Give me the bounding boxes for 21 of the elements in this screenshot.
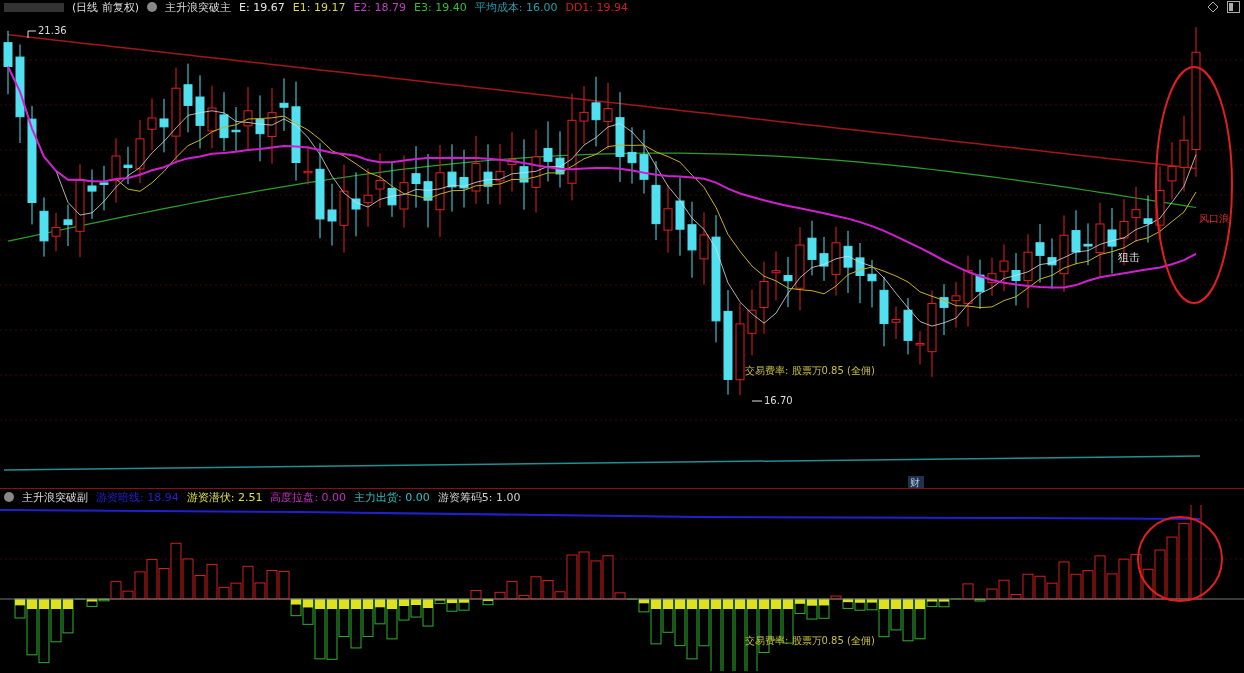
indicator-value: DD1: 19.94 [565, 0, 629, 14]
indicator-value: 游资暗线: 18.94 [96, 489, 179, 505]
high-price-label: 21.36 [38, 25, 67, 36]
indicator-value: 平均成本: 16.00 [474, 0, 558, 15]
low-price-label: 16.70 [764, 395, 793, 406]
period-label: (日线 前复权) [72, 0, 140, 15]
fee-note: 交易费率: 股票万0.85 (全佣) [745, 365, 875, 376]
indicator-value: E: 19.67 [239, 0, 285, 14]
finance-badge[interactable]: 财 [910, 477, 920, 488]
indicator-value: 高度拉盘: 0.00 [270, 489, 347, 505]
indicator-value: E2: 18.79 [353, 0, 407, 14]
snipe-label: 狙击 [1118, 251, 1140, 264]
indicator-value: 游资筹码5: 1.00 [437, 489, 521, 505]
indicator-value: E1: 19.17 [292, 0, 346, 14]
signal-label: 风口浪 [1199, 213, 1229, 224]
fee-note: 交易费率: 股票万0.85 (全佣) [745, 635, 875, 646]
indicator-name[interactable]: 主升浪突破副 [22, 489, 88, 505]
indicator-name[interactable]: 主升浪突破主 [165, 0, 232, 15]
indicator-value: 游资潜伏: 2.51 [186, 489, 263, 505]
indicator-value: E3: 19.40 [414, 0, 467, 14]
indicator-value: 主力出货: 0.00 [354, 489, 430, 505]
